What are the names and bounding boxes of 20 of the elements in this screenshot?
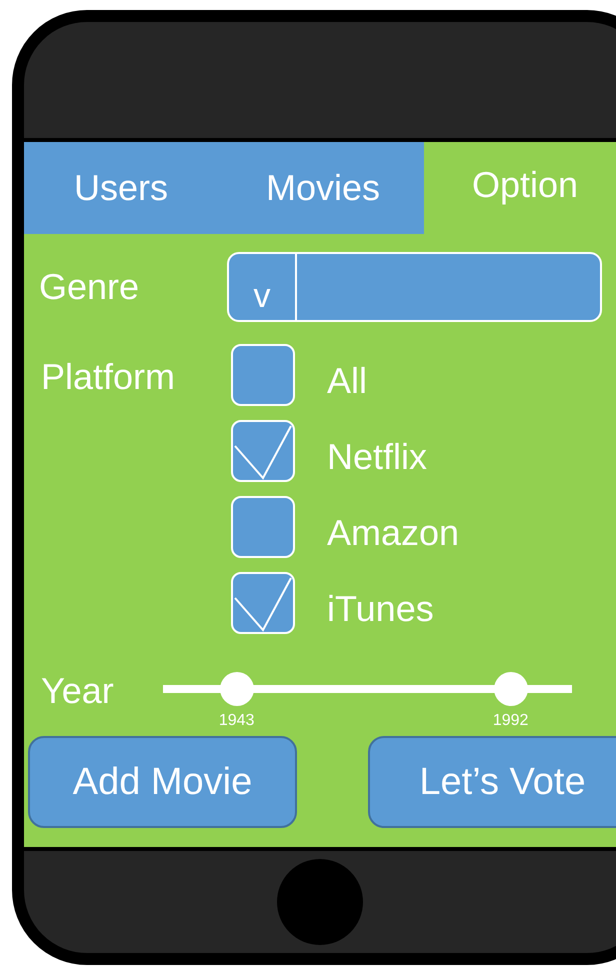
- dropdown-toggle[interactable]: v: [229, 254, 297, 320]
- checkbox[interactable]: [231, 344, 295, 406]
- genre-dropdown[interactable]: v: [227, 252, 602, 322]
- checkbox-label: iTunes: [327, 588, 435, 630]
- slider-value: 1992: [492, 712, 530, 730]
- tab[interactable]: Users: [24, 142, 222, 234]
- tab[interactable]: Option: [424, 142, 616, 234]
- year-label: Year: [41, 670, 115, 712]
- platform-label: Platform: [41, 356, 176, 398]
- checkbox-label: Netflix: [327, 436, 428, 478]
- checkbox-label: Amazon: [327, 512, 460, 554]
- action-button[interactable]: Let’s Vote: [368, 736, 616, 828]
- checkbox-label: All: [327, 360, 368, 402]
- slider-value: 1943: [218, 712, 256, 730]
- genre-label: Genre: [39, 266, 140, 308]
- checkbox[interactable]: [231, 420, 295, 482]
- tab[interactable]: Movies: [222, 142, 424, 234]
- checkbox[interactable]: [231, 496, 295, 558]
- action-button[interactable]: Add Movie: [28, 736, 297, 828]
- checkbox[interactable]: [231, 572, 295, 634]
